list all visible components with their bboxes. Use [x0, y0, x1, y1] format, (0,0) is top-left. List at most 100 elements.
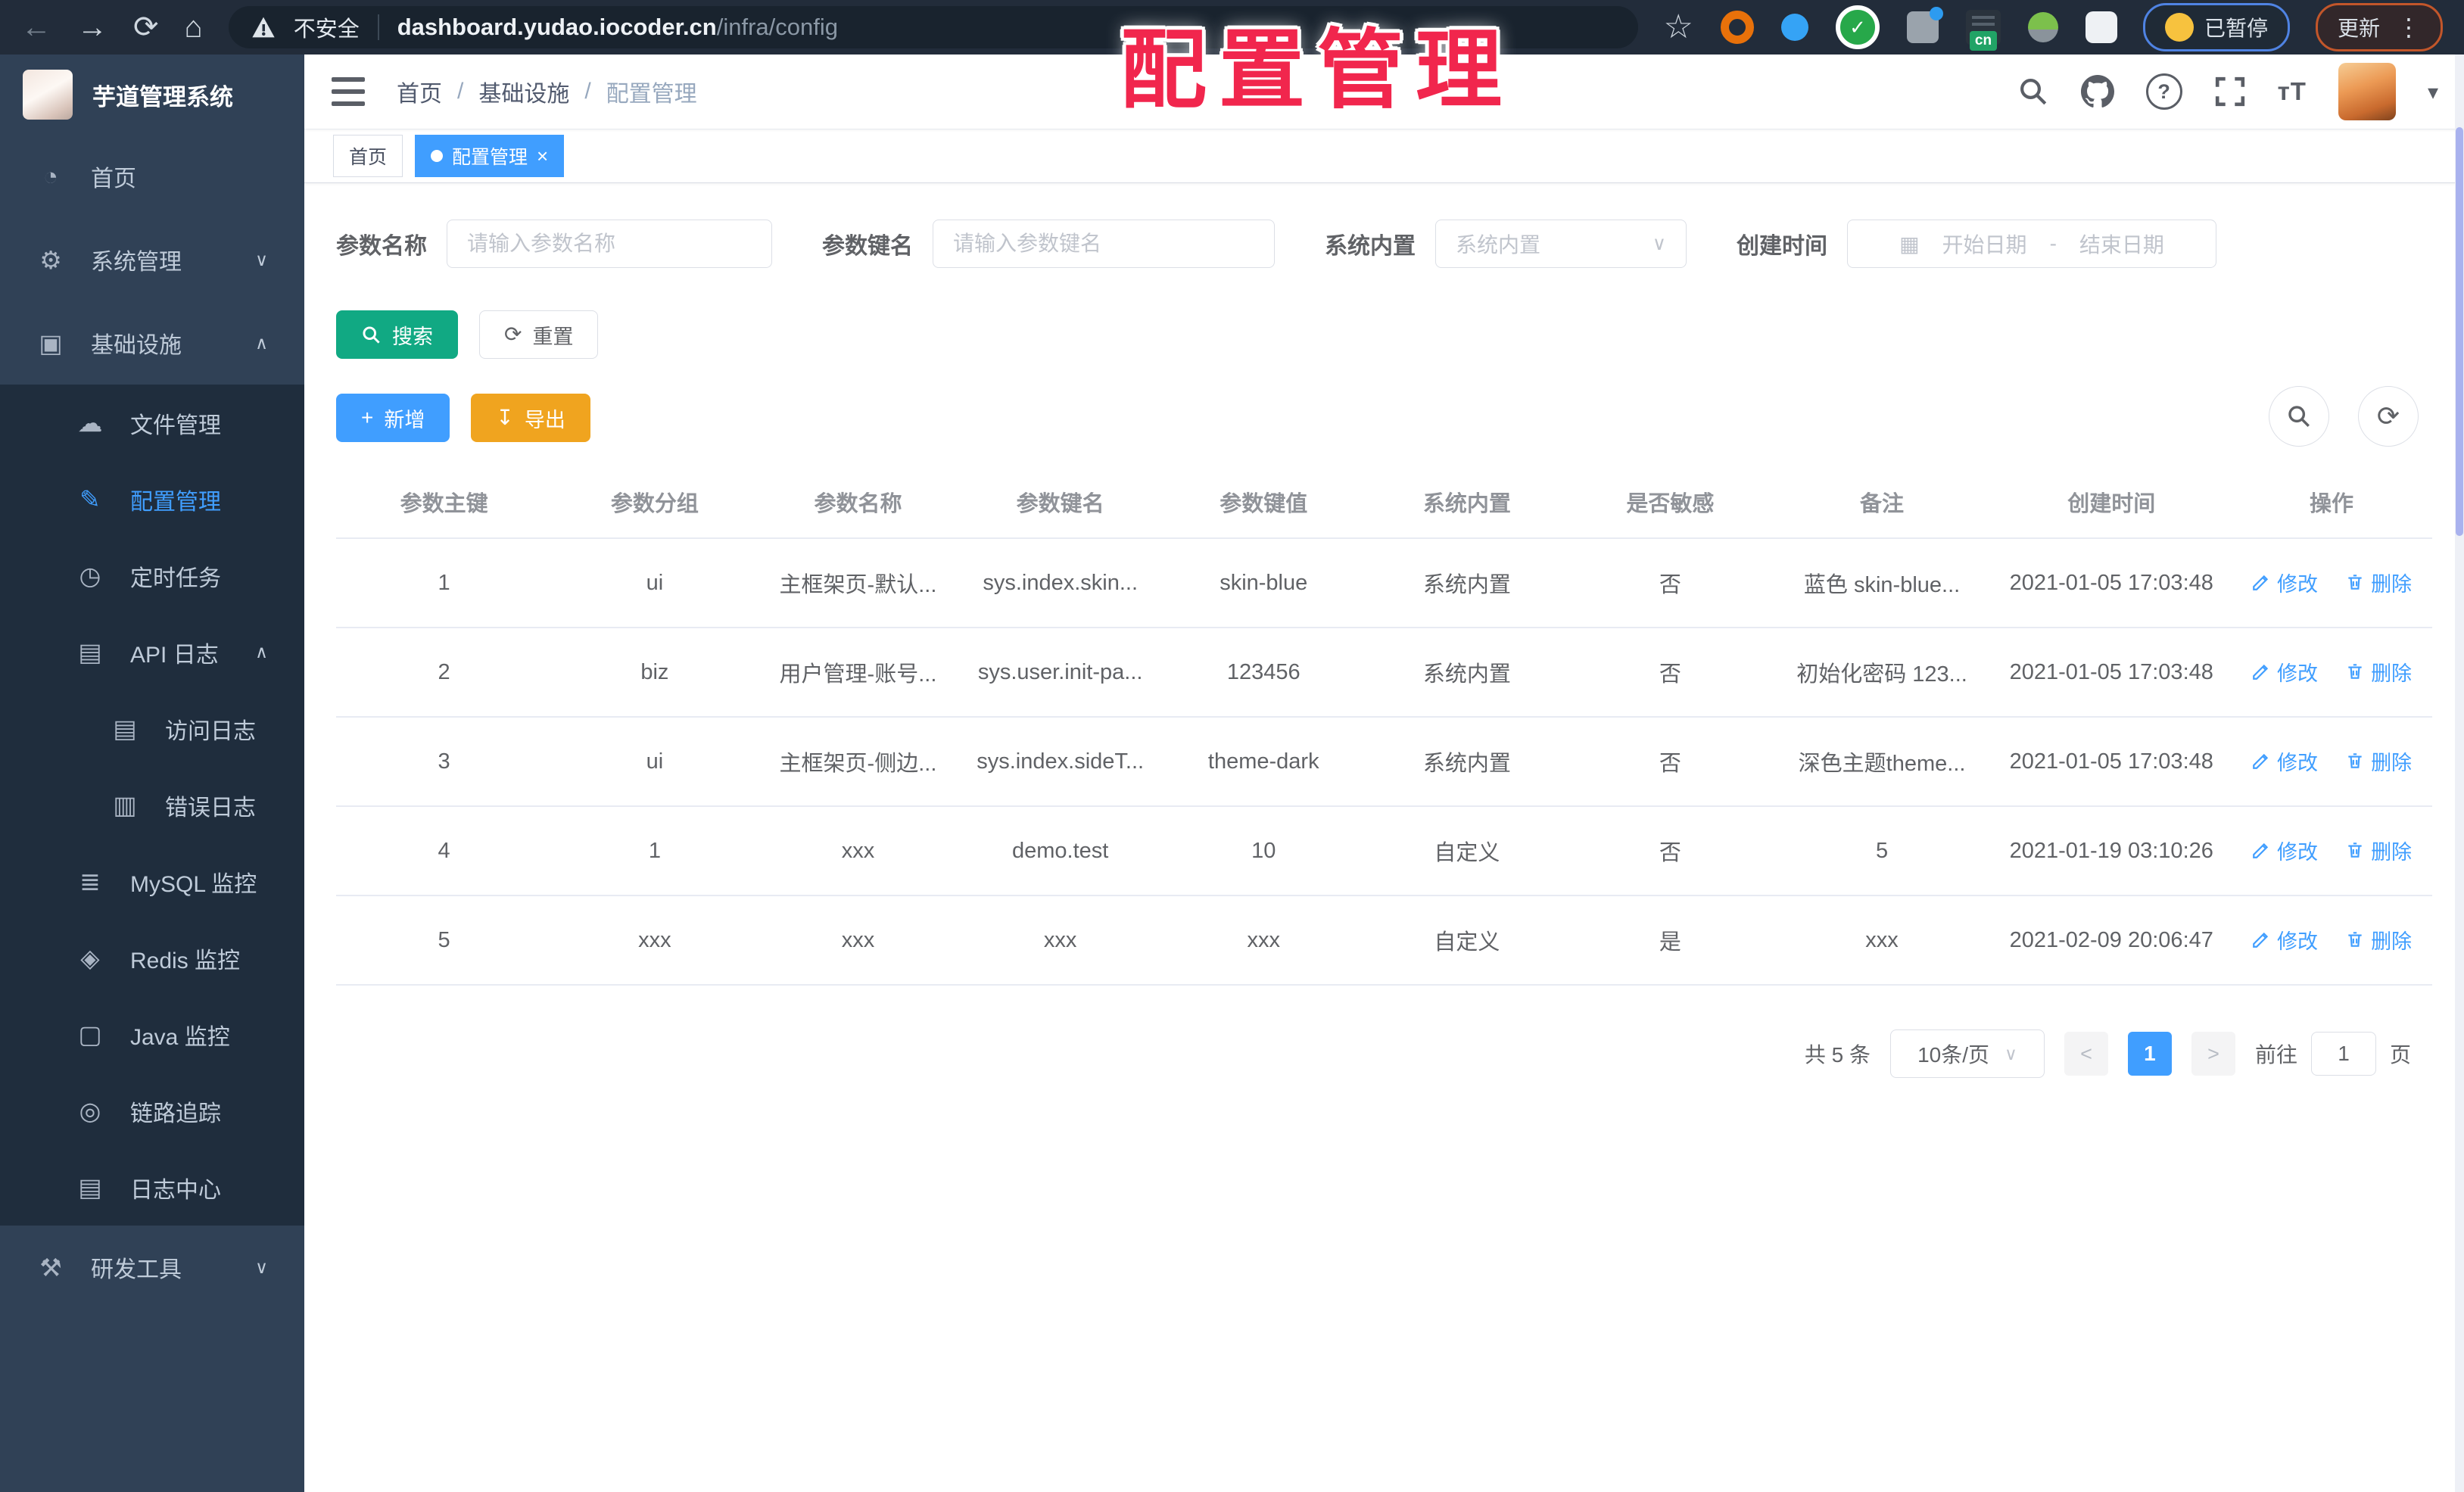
refresh-icon: ⟳	[504, 322, 522, 346]
github-icon[interactable]	[2080, 75, 2114, 108]
extension-green-check-icon[interactable]: ✓	[1835, 5, 1880, 49]
breadcrumb-infra[interactable]: 基础设施	[478, 75, 569, 108]
chevron-icon: ∨	[255, 249, 268, 269]
profile-paused-button[interactable]: 已暂停	[2142, 3, 2290, 51]
browser-back-icon[interactable]: ←	[21, 12, 51, 42]
avatar-caret-icon[interactable]: ▾	[2428, 79, 2438, 104]
sidebar-item-mysql[interactable]: ≣ MySQL 监控	[0, 843, 304, 920]
sidebar-item-error-log[interactable]: ▥ 错误日志	[0, 767, 304, 843]
extension-cn-badge-icon[interactable]: cn	[1965, 10, 2001, 51]
sidebar-item-tracing[interactable]: ◎ 链路追踪	[0, 1073, 304, 1149]
delete-button[interactable]: 删除	[2345, 836, 2412, 865]
edit-button[interactable]: 修改	[2251, 568, 2318, 597]
sidebar-item-infra[interactable]: ▣ 基础设施 ∧	[0, 301, 304, 385]
date-range-picker[interactable]: ▦ 开始日期 - 结束日期	[1847, 220, 2216, 268]
refresh-table-button[interactable]: ⟳	[2358, 386, 2419, 447]
column-header[interactable]: 系统内置	[1365, 465, 1569, 539]
menu-icon: ▤	[113, 715, 137, 743]
font-size-icon[interactable]: тT	[2278, 77, 2307, 106]
paused-label: 已暂停	[2204, 17, 2268, 40]
sidebar-item-redis[interactable]: ◈ Redis 监控	[0, 920, 304, 996]
extension-orange-ring-icon[interactable]	[1720, 11, 1754, 44]
toggle-search-button[interactable]	[2269, 386, 2329, 447]
edit-button[interactable]: 修改	[2251, 657, 2318, 687]
type-select[interactable]: 系统内置 ∨	[1435, 220, 1687, 268]
sidebar-item-dev-tools[interactable]: ⚒ 研发工具 ∨	[0, 1226, 304, 1309]
browser-refresh-icon[interactable]: ⟳	[133, 12, 159, 42]
table-row[interactable]: 4 1 xxx demo.test 10 自定义 否 5 2021-01-19 …	[336, 806, 2432, 896]
column-header[interactable]: 参数主键	[336, 465, 553, 539]
prev-page-button[interactable]: <	[2064, 1032, 2108, 1076]
delete-button[interactable]: 删除	[2345, 925, 2412, 955]
browser-home-icon[interactable]: ⌂	[185, 12, 203, 42]
next-page-button[interactable]: >	[2191, 1032, 2235, 1076]
menu-icon: ✎	[79, 485, 101, 513]
extension-sprout-icon[interactable]	[2027, 12, 2058, 42]
column-header[interactable]: 操作	[2231, 465, 2432, 539]
url-text: dashboard.yudao.iocoder.cn/infra/config	[397, 14, 838, 40]
column-header[interactable]: 参数名称	[757, 465, 959, 539]
table-row[interactable]: 2 biz 用户管理-账号... sys.user.init-pa... 123…	[336, 628, 2432, 718]
column-header[interactable]: 备注	[1771, 465, 1992, 539]
column-header[interactable]: 参数分组	[552, 465, 758, 539]
close-icon[interactable]: ×	[537, 146, 548, 166]
param-key-input[interactable]	[933, 220, 1275, 268]
sidebar-item-access-log[interactable]: ▤ 访问日志	[0, 690, 304, 767]
browser-menu-icon[interactable]: ⋮	[2397, 13, 2421, 42]
breadcrumb-home[interactable]: 首页	[397, 75, 442, 108]
column-header[interactable]: 创建时间	[1992, 465, 2232, 539]
edit-button[interactable]: 修改	[2251, 746, 2318, 776]
tab-home[interactable]: 首页	[333, 135, 403, 177]
column-header[interactable]: 是否敏感	[1568, 465, 1772, 539]
search-icon[interactable]	[2017, 76, 2049, 107]
help-icon[interactable]: ?	[2145, 73, 2182, 110]
edit-button[interactable]: 修改	[2251, 836, 2318, 865]
sidebar-item-home[interactable]: ◔ 首页	[0, 135, 304, 218]
scrollbar-thumb[interactable]	[2456, 127, 2463, 536]
delete-button[interactable]: 删除	[2345, 657, 2412, 687]
extension-grid-icon[interactable]	[1906, 7, 1943, 43]
fullscreen-icon[interactable]	[2214, 76, 2246, 107]
add-button[interactable]: + 新增	[336, 394, 450, 442]
table-row[interactable]: 5 xxx xxx xxx xxx 自定义 是 xxx 2021-02-09 2…	[336, 896, 2432, 986]
extension-pin-icon[interactable]	[1780, 14, 1808, 41]
calendar-icon: ▦	[1899, 232, 1920, 256]
sidebar-item-system[interactable]: ⚙ 系统管理 ∨	[0, 218, 304, 301]
sidebar-item-job[interactable]: ◷ 定时任务	[0, 537, 304, 614]
created-label: 创建时间	[1737, 234, 1827, 259]
sidebar-item-java[interactable]: ▢ Java 监控	[0, 996, 304, 1073]
page-number-1[interactable]: 1	[2127, 1032, 2172, 1076]
goto-page-input[interactable]	[2310, 1032, 2376, 1076]
menu-label: Java 监控	[130, 1024, 230, 1050]
hamburger-icon[interactable]	[330, 73, 366, 111]
bookmark-star-icon[interactable]: ☆	[1664, 11, 1693, 44]
avatar[interactable]	[2338, 63, 2396, 120]
security-label[interactable]: 不安全	[294, 11, 360, 43]
date-separator: -	[2049, 232, 2057, 255]
logo-row[interactable]: 芋道管理系统	[0, 55, 304, 135]
table-row[interactable]: 1 ui 主框架页-默认... sys.index.skin... skin-b…	[336, 538, 2432, 628]
sidebar-item-api-log[interactable]: ▤ API 日志 ∧	[0, 614, 304, 690]
browser-forward-icon[interactable]: →	[77, 12, 107, 42]
sidebar-item-log-center[interactable]: ▤ 日志中心	[0, 1149, 304, 1226]
export-button[interactable]: ↧ 导出	[471, 394, 590, 442]
sidebar-item-file[interactable]: ☁ 文件管理	[0, 385, 304, 461]
page-size-select[interactable]: 10条/页 ∨	[1889, 1029, 2045, 1078]
browser-update-button[interactable]: 更新 ⋮	[2315, 3, 2443, 51]
edit-button[interactable]: 修改	[2251, 925, 2318, 955]
delete-button[interactable]: 删除	[2345, 746, 2412, 776]
app-frame: 芋道管理系统 ◔ 首页 ⚙ 系统管理 ∨ ▣ 基础设施 ∧ ☁ 文件管理 ✎ 配…	[0, 55, 2464, 1492]
param-name-input[interactable]	[447, 220, 772, 268]
search-button[interactable]: 搜索	[336, 310, 458, 359]
column-header[interactable]: 参数键值	[1161, 465, 1366, 539]
delete-button[interactable]: 删除	[2345, 568, 2412, 597]
extensions-puzzle-icon[interactable]	[2085, 11, 2117, 43]
tab-config[interactable]: 配置管理 ×	[415, 135, 565, 177]
scrollbar[interactable]	[2455, 55, 2464, 1492]
reset-button[interactable]: ⟳ 重置	[479, 310, 599, 359]
sidebar-item-config[interactable]: ✎ 配置管理	[0, 461, 304, 537]
table-row[interactable]: 3 ui 主框架页-侧边... sys.index.sideT... theme…	[336, 717, 2432, 807]
menu-label: MySQL 监控	[130, 871, 257, 897]
column-header[interactable]: 参数键名	[958, 465, 1162, 539]
breadcrumb-current: 配置管理	[606, 82, 697, 107]
